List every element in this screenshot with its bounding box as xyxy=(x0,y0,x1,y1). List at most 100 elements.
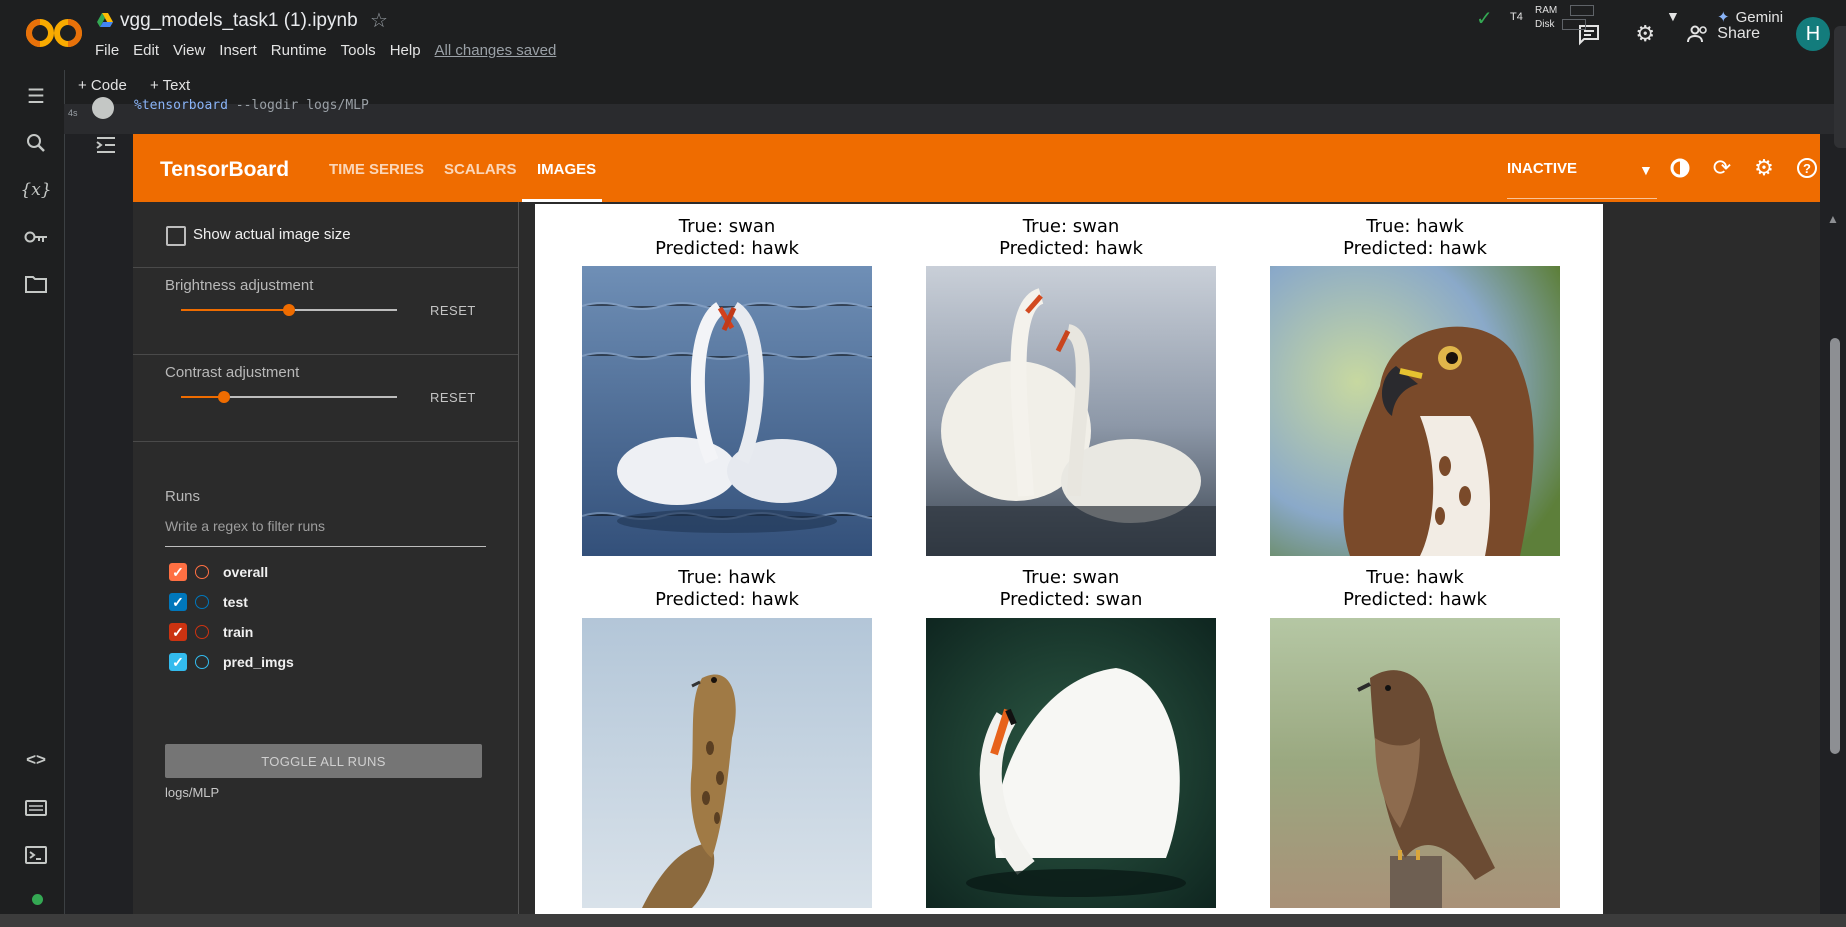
show-actual-size-label[interactable]: Show actual image size xyxy=(193,226,351,243)
run-cell-button[interactable] xyxy=(92,97,114,119)
cell-exec-time: 4s xyxy=(68,108,78,118)
contrast-reset-button[interactable]: RESET xyxy=(430,390,476,405)
run-checkbox[interactable]: ✓ xyxy=(169,593,187,611)
select-underline xyxy=(1507,198,1657,199)
add-code-button[interactable]: + Code xyxy=(78,77,127,94)
hawk-on-branch-image xyxy=(582,618,872,908)
google-drive-icon[interactable] xyxy=(97,12,113,28)
menu-view[interactable]: View xyxy=(173,42,205,59)
files-folder-icon[interactable] xyxy=(22,270,50,298)
menu-file[interactable]: File xyxy=(95,42,119,59)
run-color-swatch[interactable] xyxy=(195,655,209,669)
topbar-actions: ⚙ Share H xyxy=(1575,14,1846,54)
true-label: True: hawk xyxy=(1366,567,1464,588)
notebook-scrollbar[interactable] xyxy=(1830,338,1840,754)
run-name: train xyxy=(223,624,254,640)
variables-icon[interactable]: {x} xyxy=(20,176,51,204)
run-row-train[interactable]: ✓ train xyxy=(169,621,253,643)
brightness-slider-thumb[interactable] xyxy=(283,304,295,316)
logdir-label: logs/MLP xyxy=(165,785,220,800)
run-color-swatch[interactable] xyxy=(195,565,209,579)
code-snippets-icon[interactable]: <> xyxy=(22,746,50,774)
contrast-slider-thumb[interactable] xyxy=(218,391,230,403)
dropdown-caret-icon[interactable]: ▼ xyxy=(1639,162,1653,178)
table-of-contents-icon[interactable]: ☰ xyxy=(22,82,50,110)
cell-magic: %tensorboard xyxy=(134,98,228,113)
tab-time-series[interactable]: TIME SERIES xyxy=(329,161,424,178)
scroll-up-arrow-icon[interactable]: ▲ xyxy=(1827,212,1839,226)
true-label: True: hawk xyxy=(1366,216,1464,237)
toggle-all-runs-button[interactable]: TOGGLE ALL RUNS xyxy=(165,744,482,778)
two-swans-heart-image xyxy=(582,266,872,556)
predicted-label: Predicted: swan xyxy=(999,589,1143,610)
menu-runtime[interactable]: Runtime xyxy=(271,42,327,59)
output-actions-icon[interactable] xyxy=(95,135,117,160)
true-label: True: swan xyxy=(678,216,776,237)
predicted-label: Predicted: hawk xyxy=(655,238,799,259)
predicted-label: Predicted: hawk xyxy=(1343,238,1487,259)
prediction-image-card: True: swan Predicted: hawk True: swan Pred… xyxy=(535,204,1603,914)
disk-label: Disk xyxy=(1535,19,1555,30)
ram-meter xyxy=(1570,4,1595,16)
brightness-section: Brightness adjustment RESET xyxy=(133,268,518,355)
menu-insert[interactable]: Insert xyxy=(219,42,257,59)
people-icon xyxy=(1687,25,1708,43)
left-sidebar-rail: ☰ {x} <> xyxy=(0,70,65,915)
secrets-key-icon[interactable] xyxy=(22,223,50,251)
predicted-label: Predicted: hawk xyxy=(655,589,799,610)
run-filter-placeholder: Write a regex to filter runs xyxy=(165,518,326,534)
brightness-reset-button[interactable]: RESET xyxy=(430,303,476,318)
tensorboard-brand[interactable]: TensorBoard xyxy=(160,158,289,182)
cell-code-text[interactable]: %tensorboard --logdir logs/MLP xyxy=(134,98,369,113)
connection-status-dot xyxy=(32,894,43,905)
theme-toggle-icon[interactable] xyxy=(1668,156,1692,180)
run-checkbox[interactable]: ✓ xyxy=(169,563,187,581)
run-color-swatch[interactable] xyxy=(195,595,209,609)
screen-edge-tab[interactable] xyxy=(1834,26,1846,148)
run-checkbox[interactable]: ✓ xyxy=(169,653,187,671)
show-actual-size-checkbox[interactable] xyxy=(166,226,186,246)
tensorboard-header: TensorBoard TIME SERIES SCALARS IMAGES I… xyxy=(133,134,1820,202)
settings-icon[interactable]: ⚙ xyxy=(1752,155,1776,180)
notebook-title[interactable]: vgg_models_task1 (1).ipynb xyxy=(120,10,358,32)
command-palette-icon[interactable] xyxy=(22,794,50,822)
save-status-link[interactable]: All changes saved xyxy=(435,42,557,59)
prediction-caption: True: swan Predicted: hawk xyxy=(926,216,1216,260)
run-filter-input[interactable]: Write a regex to filter runs xyxy=(165,518,486,547)
run-row-test[interactable]: ✓ test xyxy=(169,591,248,613)
run-row-pred-imgs[interactable]: ✓ pred_imgs xyxy=(169,651,294,673)
share-button[interactable]: Share xyxy=(1687,25,1760,43)
account-avatar[interactable]: H xyxy=(1796,17,1830,51)
colab-logo[interactable] xyxy=(24,14,86,52)
swan-dark-water-image xyxy=(926,618,1216,908)
runtime-dropdown-icon[interactable]: ▼ xyxy=(1666,8,1680,24)
run-color-swatch[interactable] xyxy=(195,625,209,639)
prediction-caption: True: hawk Predicted: hawk xyxy=(582,567,872,611)
menu-tools[interactable]: Tools xyxy=(341,42,376,59)
settings-gear-icon[interactable]: ⚙ xyxy=(1631,20,1659,48)
tab-images[interactable]: IMAGES xyxy=(537,161,596,178)
search-icon[interactable] xyxy=(22,129,50,157)
resource-meters[interactable]: RAM Disk xyxy=(1535,4,1595,32)
brightness-label: Brightness adjustment xyxy=(165,277,314,294)
terminal-icon[interactable] xyxy=(22,841,50,869)
menu-help[interactable]: Help xyxy=(390,42,421,59)
gemini-button[interactable]: ✦ Gemini xyxy=(1717,8,1783,26)
menu-edit[interactable]: Edit xyxy=(133,42,159,59)
reload-icon[interactable]: ⟳ xyxy=(1710,155,1734,180)
contrast-label: Contrast adjustment xyxy=(165,364,300,381)
help-icon[interactable]: ? xyxy=(1795,156,1819,180)
add-text-button[interactable]: + Text xyxy=(150,77,190,94)
run-checkbox[interactable]: ✓ xyxy=(169,623,187,641)
runs-title: Runs xyxy=(165,488,201,505)
star-icon[interactable]: ☆ xyxy=(370,8,388,33)
tensorboard-sidebar: Show actual image size Brightness adjust… xyxy=(133,202,519,914)
ram-label: RAM xyxy=(1535,5,1558,16)
prediction-caption: True: hawk Predicted: hawk xyxy=(1270,216,1560,260)
run-row-overall[interactable]: ✓ overall xyxy=(169,561,268,583)
disk-meter xyxy=(1562,18,1587,30)
predicted-label: Predicted: hawk xyxy=(1343,589,1487,610)
runtime-gpu-label[interactable]: T4 xyxy=(1510,11,1523,23)
inactive-dashboards-select[interactable]: INACTIVE xyxy=(1507,160,1577,177)
tab-scalars[interactable]: SCALARS xyxy=(444,161,517,178)
